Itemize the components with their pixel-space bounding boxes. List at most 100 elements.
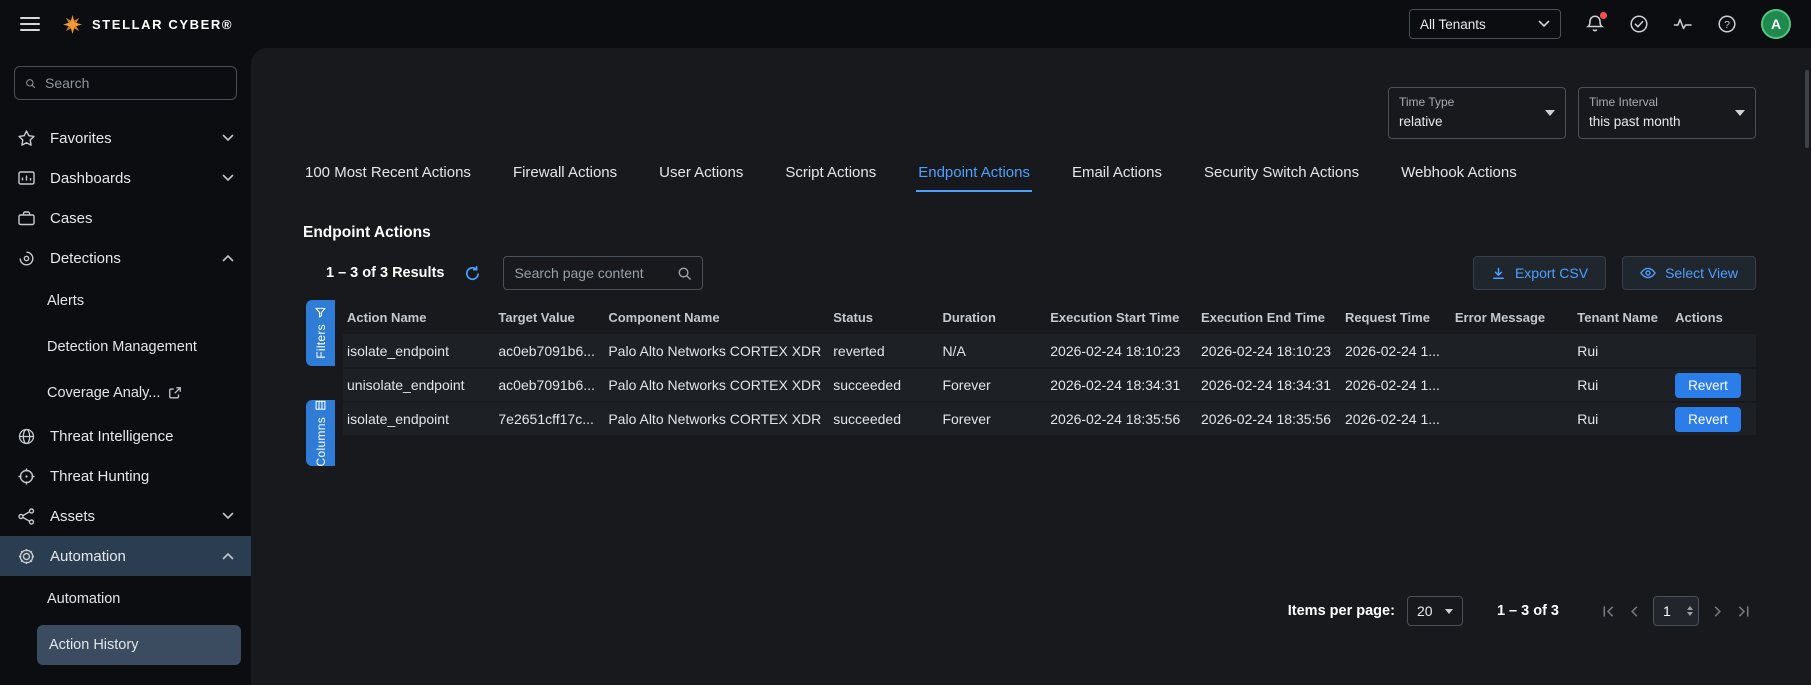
time-type-select[interactable]: Time Type relative [1388,87,1566,139]
sidebar-item-label: Detections [50,250,121,267]
user-avatar[interactable]: A [1761,9,1791,39]
sidebar-item-threat-intelligence[interactable]: Threat Intelligence [0,416,251,456]
columns-icon [315,400,326,411]
tab-webhook-actions[interactable]: Webhook Actions [1399,156,1519,192]
check-circle-icon [1629,14,1649,34]
next-page-button[interactable] [1710,604,1725,619]
columns-tab-label: Columns [314,417,328,466]
last-page-button[interactable] [1736,604,1751,619]
refresh-button[interactable] [464,265,481,282]
sidebar-item-assets[interactable]: Assets [0,496,251,536]
sidebar-item-detection-management[interactable]: Detection Management [0,324,251,370]
cell-component-name: Palo Alto Networks CORTEX XDR [604,334,829,368]
cell-actions [1671,334,1756,368]
tab-endpoint-actions[interactable]: Endpoint Actions [916,156,1032,192]
table-row[interactable]: isolate_endpoint ac0eb7091b6... Palo Alt… [343,334,1756,368]
items-per-page-label: Items per page: [1288,603,1395,619]
table-row[interactable]: isolate_endpoint 7e2651cff17c... Palo Al… [343,402,1756,436]
revert-button[interactable]: Revert [1675,407,1741,432]
table-zone: Filters Columns Action Name Target Value… [306,300,1756,466]
notifications-button[interactable] [1585,14,1605,34]
tab-firewall-actions[interactable]: Firewall Actions [511,156,619,192]
filters-tab[interactable]: Filters [306,300,335,366]
tab-100-most-recent-actions[interactable]: 100 Most Recent Actions [303,156,473,192]
sidebar-item-action-history[interactable]: Action History [37,625,241,665]
cell-duration: N/A [938,334,1046,368]
main-content: Time Type relative Time Interval this pa… [251,48,1811,685]
export-csv-button[interactable]: Export CSV [1473,256,1606,290]
cell-duration: Forever [938,368,1046,402]
sidebar-item-label: Cases [50,210,93,227]
sidebar-search-input[interactable] [45,75,226,91]
sidebar-item-detections[interactable]: Detections [0,238,251,278]
sidebar-item-automation-sub[interactable]: Automation [0,576,251,622]
column-header[interactable]: Error Message [1451,300,1573,334]
sidebar-search[interactable] [14,66,237,100]
sidebar-item-coverage-analysis[interactable]: Coverage Analy... [0,370,251,416]
cell-actions: Revert [1671,368,1756,402]
table-row[interactable]: unisolate_endpoint ac0eb7091b6... Palo A… [343,368,1756,402]
column-header[interactable]: Execution Start Time [1046,300,1197,334]
column-header[interactable]: Component Name [604,300,829,334]
sidebar-item-threat-hunting[interactable]: Threat Hunting [0,456,251,496]
tab-security-switch-actions[interactable]: Security Switch Actions [1202,156,1361,192]
tab-user-actions[interactable]: User Actions [657,156,745,192]
sidebar-item-automation[interactable]: Automation [0,536,251,576]
column-header[interactable]: Target Value [494,300,604,334]
notification-dot [1600,12,1607,19]
sidebar-item-cases[interactable]: Cases [0,198,251,238]
last-page-icon [1736,604,1751,619]
chevron-left-icon [1627,604,1642,619]
tab-script-actions[interactable]: Script Actions [783,156,878,192]
number-spinner[interactable] [1687,606,1693,616]
cell-action-name: isolate_endpoint [343,334,494,368]
time-interval-select[interactable]: Time Interval this past month [1578,87,1756,139]
cell-error-message [1451,334,1573,368]
menu-icon[interactable] [20,17,40,31]
column-header[interactable]: Status [829,300,938,334]
page-content-search-input[interactable] [514,265,669,281]
cell-request-time: 2026-02-24 1... [1341,368,1451,402]
cell-error-message [1451,402,1573,436]
select-view-button[interactable]: Select View [1622,256,1756,290]
tasks-button[interactable] [1629,14,1649,34]
sidebar-item-label: Detection Management [47,339,197,355]
column-header[interactable]: Actions [1671,300,1756,334]
tab-email-actions[interactable]: Email Actions [1070,156,1164,192]
detections-icon [17,249,36,268]
page-content-search[interactable] [503,256,703,290]
chevron-down-icon [222,174,234,182]
revert-button[interactable]: Revert [1675,373,1741,398]
column-header[interactable]: Duration [938,300,1046,334]
prev-page-button[interactable] [1627,604,1642,619]
columns-tab[interactable]: Columns [306,400,335,466]
page-number-input[interactable] [1653,596,1699,626]
sidebar-item-alerts[interactable]: Alerts [0,278,251,324]
column-header[interactable]: Tenant Name [1573,300,1671,334]
column-header[interactable]: Execution End Time [1197,300,1341,334]
cell-execution-start-time: 2026-02-24 18:35:56 [1046,402,1197,436]
page-number-field[interactable] [1663,603,1683,619]
sidebar-item-dashboards[interactable]: Dashboards [0,158,251,198]
cell-component-name: Palo Alto Networks CORTEX XDR [604,402,829,436]
activity-button[interactable] [1673,14,1693,34]
cell-duration: Forever [938,402,1046,436]
page-title: Endpoint Actions [303,224,431,242]
pulse-icon [1673,14,1693,34]
sidebar-item-favorites[interactable]: Favorites [0,118,251,158]
help-button[interactable]: ? [1717,14,1737,34]
column-header[interactable]: Action Name [343,300,494,334]
time-controls: Time Type relative Time Interval this pa… [1388,87,1756,139]
globe-icon [17,427,36,446]
sidebar: Favorites Dashboards Cases Detections Al… [0,48,251,685]
first-page-button[interactable] [1601,604,1616,619]
column-header[interactable]: Request Time [1341,300,1451,334]
chevron-down-icon [1538,20,1550,28]
tenant-selector[interactable]: All Tenants [1409,9,1561,39]
chevron-right-icon [1710,604,1725,619]
time-interval-value: this past month [1589,114,1729,129]
scrollbar-thumb[interactable] [1805,70,1809,148]
chevron-up-icon [222,552,234,560]
items-per-page-select[interactable]: 20 [1407,596,1463,626]
cell-tenant-name: Rui [1573,402,1671,436]
